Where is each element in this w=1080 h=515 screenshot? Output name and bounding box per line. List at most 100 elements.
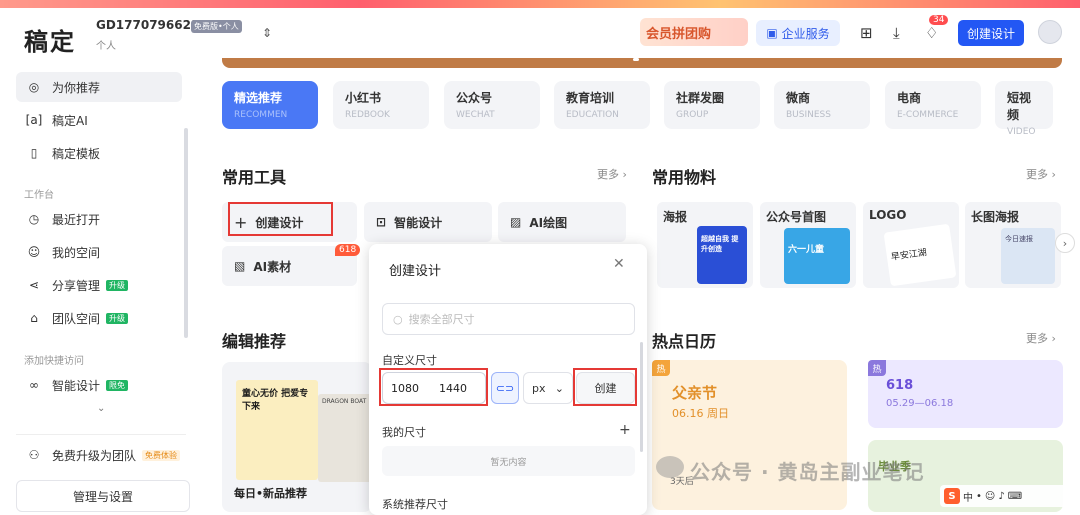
add-size-icon[interactable]: +	[619, 422, 631, 438]
category-cn: 短视频	[1007, 91, 1032, 122]
ime-item[interactable]: •	[976, 491, 982, 502]
modal-scrollbar[interactable]	[640, 342, 643, 452]
expand-chevron-icon[interactable]: ⌄	[97, 403, 105, 414]
account-switch-icon[interactable]: ⇕	[262, 26, 272, 40]
account-id[interactable]: GD1770796621	[96, 18, 199, 32]
sidebar-item-label: 为你推荐	[52, 80, 101, 95]
sidebar-item-team[interactable]: ⌂ 团队空间 升级	[16, 303, 182, 333]
infinity-icon: ∞	[29, 378, 39, 392]
sidebar-item-label: 稿定AI	[52, 113, 88, 128]
sidebar-item-templates[interactable]: ▯ 稿定模板	[16, 138, 182, 168]
chevron-right-icon[interactable]: ›	[1055, 233, 1075, 253]
category-tab-business[interactable]: 微商 BUSINESS	[774, 81, 870, 129]
tool-ai-drawing[interactable]: ▨ AI绘图	[498, 202, 626, 242]
sidebar-item-recommend[interactable]: ◎ 为你推荐	[16, 72, 182, 102]
category-tab-recommend[interactable]: 精选推荐 RECOMMEN	[222, 81, 318, 129]
hot-tag: 热	[652, 360, 670, 376]
divider	[16, 434, 186, 435]
tool-label: 智能设计	[394, 215, 443, 230]
top-header: 稿定 GD1770796621 免费版•个人 个人 ⇕ 会员拼团购 ▣ 企业服务 …	[0, 8, 1080, 58]
sidebar-item-ai[interactable]: [a] 稿定AI	[16, 105, 182, 135]
category-cn: 精选推荐	[234, 91, 283, 105]
category-en: RECOMMEN	[234, 110, 288, 120]
system-sizes-label: 系统推荐尺寸	[382, 498, 448, 511]
material-wechat-cover[interactable]: 公众号首图 六一儿童	[760, 202, 856, 288]
tool-smart-design[interactable]: ⊡ 智能设计	[364, 202, 492, 242]
poster-thumb: 超越自我 提升创造	[697, 226, 747, 284]
hot-card-title: 618	[886, 378, 914, 393]
sidebar-item-label: 智能设计	[52, 378, 101, 393]
building-icon: ▣	[766, 26, 778, 40]
size-search-input[interactable]: ○ 搜索全部尺寸	[382, 303, 635, 335]
material-label: 公众号首图	[766, 210, 827, 224]
category-tab-group[interactable]: 社群发圈 GROUP	[664, 81, 760, 129]
category-tab-education[interactable]: 教育培训 EDUCATION	[554, 81, 650, 129]
unit-value: px	[532, 381, 546, 395]
category-tab-video[interactable]: 短视频 VIDEO	[995, 81, 1053, 137]
clock-icon: ◷	[28, 212, 40, 226]
free-tag: 限免	[106, 379, 129, 391]
app-logo[interactable]: 稿定	[24, 22, 76, 57]
create-design-modal: 创建设计 ✕ ○ 搜索全部尺寸 自定义尺寸 1080 1440 ⊂⊃ px ⌄ 创建…	[369, 244, 647, 515]
category-tab-redbook[interactable]: 小红书 REDBOOK	[333, 81, 429, 129]
material-logo[interactable]: LOGO 早安江湖	[863, 202, 959, 288]
ime-toolbar[interactable]: S 中 • ☺ ♪ ⌨	[940, 485, 1080, 507]
upgrade-tag: 升级	[106, 279, 129, 291]
category-tab-ecommerce[interactable]: 电商 E-COMMERCE	[885, 81, 981, 129]
hot-card-fathers-day[interactable]: 热 父亲节 06.16 周日	[652, 360, 847, 510]
hot-card-618[interactable]: 热 618 05.29—06.18	[868, 360, 1063, 428]
notification-count: 34	[929, 15, 949, 25]
editor-poster-thumb-2[interactable]: DRAGON BOAT	[318, 394, 374, 482]
promo-banner-strip[interactable]	[0, 0, 1080, 8]
group-buy-promo[interactable]: 会员拼团购	[640, 18, 748, 46]
create-design-button[interactable]: 创建设计	[958, 20, 1024, 46]
apps-grid-icon[interactable]: ⊞	[860, 24, 873, 42]
material-label: 长图海报	[971, 210, 1020, 224]
upgrade-team-item[interactable]: ⚇ 免费升级为团队 免费体验	[16, 440, 182, 470]
hero-banner[interactable]	[222, 58, 1062, 68]
sidebar-item-recent[interactable]: ◷ 最近打开	[16, 204, 182, 234]
close-icon[interactable]: ✕	[613, 256, 625, 272]
tool-label: AI素材	[253, 259, 292, 274]
ime-item[interactable]: ☺	[985, 491, 995, 502]
unit-select[interactable]: px ⌄	[523, 372, 573, 404]
carousel-indicator[interactable]	[633, 58, 639, 61]
upgrade-tag: 升级	[106, 312, 129, 324]
free-trial-tag: 免费体验	[142, 449, 181, 461]
sidebar-scrollbar[interactable]	[184, 128, 188, 338]
upgrade-label: 免费升级为团队	[52, 448, 137, 463]
tools-more-link[interactable]: 更多 ›	[597, 166, 627, 182]
category-tab-wechat[interactable]: 公众号 WECHAT	[444, 81, 540, 129]
sidebar-item-label: 稿定模板	[52, 146, 101, 161]
sidebar-item-label: 最近打开	[52, 212, 101, 227]
ime-item[interactable]: ⌨	[1008, 491, 1022, 502]
sidebar-item-label: 团队空间	[52, 311, 101, 326]
hot-more-link[interactable]: 更多 ›	[1026, 330, 1056, 346]
avatar[interactable]	[1038, 20, 1062, 44]
enterprise-service-button[interactable]: ▣ 企业服务	[756, 20, 840, 46]
ime-item[interactable]: 中	[963, 489, 973, 504]
materials-more-link[interactable]: 更多 ›	[1026, 166, 1056, 182]
bell-icon[interactable]: ♢	[925, 24, 938, 42]
hot-calendar-title: 热点日历	[652, 332, 717, 351]
workspace-section-title: 工作台	[24, 190, 54, 201]
material-long-poster[interactable]: 长图海报 今日速报	[965, 202, 1061, 288]
category-en: EDUCATION	[566, 110, 619, 120]
sidebar-item-share[interactable]: ⋖ 分享管理 升级	[16, 270, 182, 300]
material-poster[interactable]: 海报 超越自我 提升创造	[657, 202, 753, 288]
account-plan-badge: 免费版•个人	[191, 20, 242, 33]
link-ratio-icon[interactable]: ⊂⊃	[491, 372, 519, 404]
category-cn: 教育培训	[566, 91, 615, 105]
ime-item[interactable]: ♪	[998, 491, 1004, 502]
sidebar-item-my-space[interactable]: ☺ 我的空间	[16, 237, 182, 267]
wechat-watermark-icon	[656, 456, 684, 478]
compass-icon: ◎	[28, 80, 40, 94]
user-icon: ☺	[27, 245, 41, 259]
my-sizes-label: 我的尺寸	[382, 426, 426, 439]
highlight-create-button	[573, 368, 637, 406]
download-icon[interactable]: ⤓	[893, 24, 900, 42]
sidebar-item-smart-design[interactable]: ∞ 智能设计 限免	[16, 370, 182, 400]
manage-settings-button[interactable]: 管理与设置	[16, 480, 190, 512]
editor-poster-thumb[interactable]: 童心无价 把爱专下来	[236, 380, 318, 480]
search-placeholder: 搜索全部尺寸	[408, 313, 475, 326]
